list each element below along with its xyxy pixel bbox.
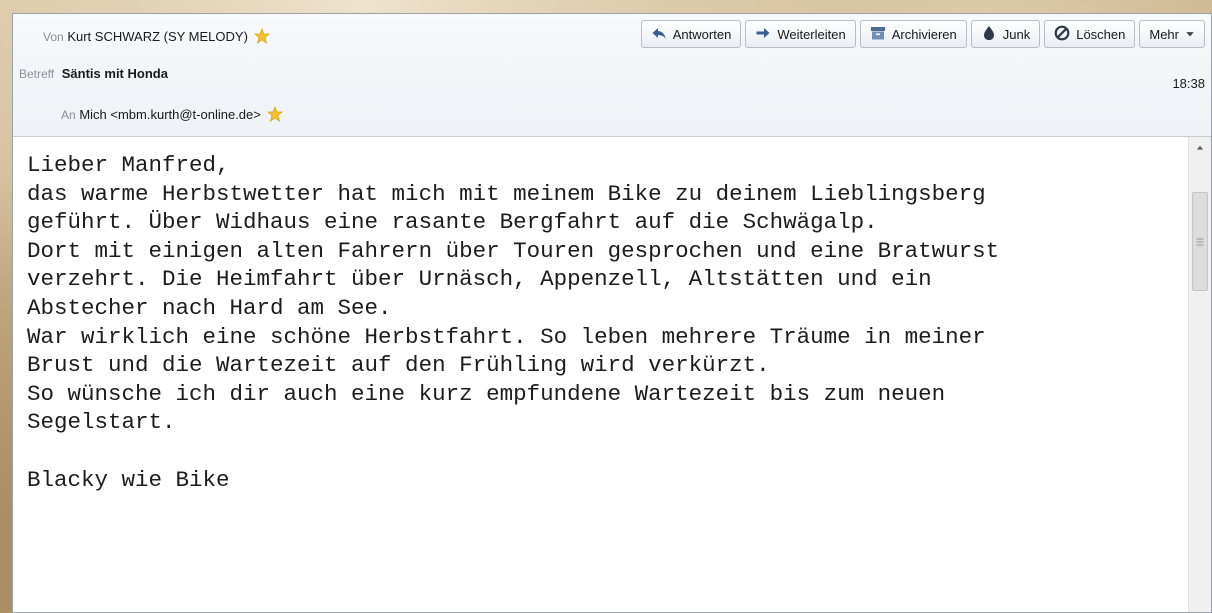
reply-label: Antworten (672, 26, 732, 42)
message-line: Abstecher nach Hard am See. (27, 294, 392, 321)
forward-label: Weiterleiten (777, 26, 846, 42)
to-row: An Mich <mbm.kurth@t-online.de> (61, 105, 1211, 128)
reply-button[interactable]: Antworten (640, 20, 742, 48)
junk-button[interactable]: Junk (970, 20, 1041, 48)
message-line: verzehrt. Die Heimfahrt über Urnäsch, Ap… (27, 266, 932, 293)
message-line: Brust und die Wartezeit auf den Frühling… (27, 352, 770, 379)
scroll-up-arrow-icon[interactable] (1189, 137, 1211, 159)
message-line: Dort mit einigen alten Fahrern über Tour… (27, 237, 1000, 264)
reply-icon (651, 25, 667, 44)
message-line (27, 437, 1189, 466)
subject-text: Säntis mit Honda (61, 66, 168, 81)
archive-button[interactable]: Archivieren (859, 20, 967, 48)
forward-button[interactable]: Weiterleiten (745, 20, 856, 48)
scrollbar-thumb[interactable] (1192, 192, 1208, 291)
message-line: geführt. Über Widhaus eine rasante Bergf… (27, 209, 878, 236)
email-window: Von Kurt SCHWARZ (SY MELODY) Betreff Sän… (12, 13, 1212, 613)
junk-icon (981, 25, 997, 44)
subject-label: Betreff (19, 67, 55, 81)
message-line: Lieber Manfred, (27, 152, 230, 178)
to-address[interactable]: Mich <mbm.kurth@t-online.de> (79, 107, 261, 122)
message-line: War wirklich eine schöne Herbstfahrt. So… (27, 323, 986, 350)
junk-label: Junk (1002, 26, 1031, 42)
more-button[interactable]: Mehr (1139, 20, 1205, 48)
message-line: das warme Herbstwetter hat mich mit mein… (27, 180, 986, 207)
from-name[interactable]: Kurt SCHWARZ (SY MELODY) (67, 29, 248, 44)
delete-button[interactable]: Löschen (1044, 20, 1136, 48)
archive-icon (870, 25, 886, 44)
grip-icon (1196, 236, 1204, 247)
message-time: 18:38 (1172, 76, 1205, 91)
archive-label: Archivieren (891, 26, 957, 42)
forward-icon (755, 25, 771, 44)
message-line: So wünsche ich dir auch eine kurz empfun… (27, 380, 946, 407)
subject-row: Betreff Säntis mit Honda (19, 66, 1211, 88)
star-icon[interactable] (266, 105, 283, 122)
delete-icon (1054, 25, 1070, 44)
chevron-down-icon (1185, 27, 1195, 42)
message-toolbar: Antworten Weiterleiten Archivieren Junk … (640, 20, 1205, 48)
more-label: Mehr (1149, 26, 1179, 42)
vertical-scrollbar[interactable] (1188, 137, 1211, 612)
from-label: Von (43, 30, 64, 44)
to-label: An (61, 108, 76, 122)
message-body[interactable]: Lieber Manfred, das warme Herbstwetter ha… (13, 137, 1189, 612)
message-line: Segelstart. (27, 409, 176, 436)
delete-label: Löschen (1076, 26, 1126, 42)
message-header: Von Kurt SCHWARZ (SY MELODY) Betreff Sän… (13, 14, 1211, 137)
message-line: Blacky wie Bike (27, 466, 230, 493)
star-icon[interactable] (253, 27, 270, 44)
